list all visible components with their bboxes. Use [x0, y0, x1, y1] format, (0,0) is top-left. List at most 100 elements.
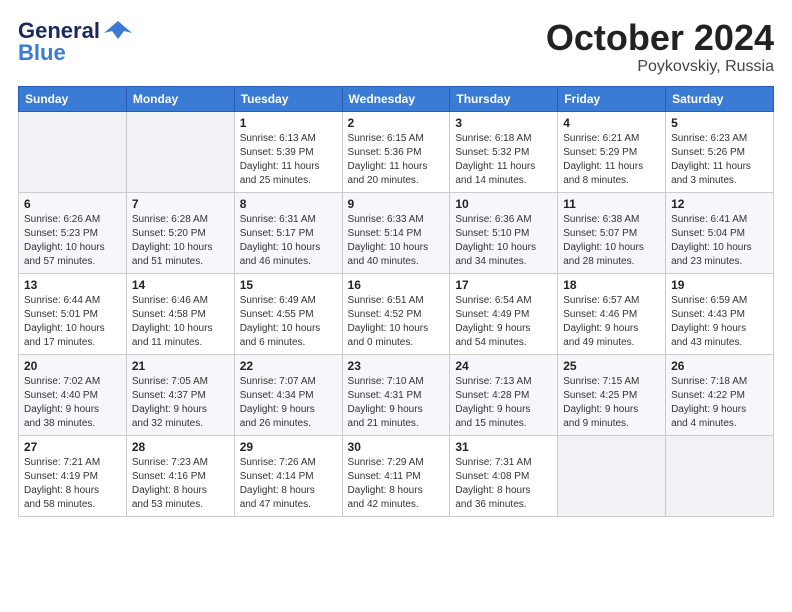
calendar-cell: 25 Sunrise: 7:15 AMSunset: 4:25 PMDayligh… [558, 354, 666, 435]
calendar-week-row: 20 Sunrise: 7:02 AMSunset: 4:40 PMDayligh… [19, 354, 774, 435]
calendar-cell: 13 Sunrise: 6:44 AMSunset: 5:01 PMDayligh… [19, 273, 127, 354]
day-info: Sunrise: 6:44 AMSunset: 5:01 PMDaylight:… [24, 294, 121, 350]
day-info: Sunrise: 7:07 AMSunset: 4:34 PMDaylight:… [240, 375, 337, 431]
calendar-cell: 21Sunrise: 7:05 AMSunset: 4:37 PMDayligh… [126, 354, 234, 435]
month-title: October 2024 [546, 18, 774, 58]
calendar-week-row: 1Sunrise: 6:13 AMSunset: 5:39 PMDaylight… [19, 111, 774, 192]
day-info: Sunrise: 6:18 AMSunset: 5:32 PMDaylight:… [455, 132, 552, 188]
calendar-cell [126, 111, 234, 192]
day-number: 17 [455, 278, 552, 292]
calendar-cell: 9Sunrise: 6:33 AMSunset: 5:14 PMDaylight… [342, 192, 450, 273]
calendar-cell: 1Sunrise: 6:13 AMSunset: 5:39 PMDaylight… [234, 111, 342, 192]
day-number: 28 [132, 440, 229, 454]
weekday-header: Tuesday [234, 86, 342, 111]
day-info: Sunrise: 6:38 AMSunset: 5:07 PMDaylight:… [563, 213, 660, 269]
day-info: Sunrise: 7:23 AMSunset: 4:16 PMDaylight:… [132, 456, 229, 512]
calendar-cell: 15 Sunrise: 6:49 AMSunset: 4:55 PMDayligh… [234, 273, 342, 354]
day-number: 16 [348, 278, 445, 292]
page: General Blue October 2024 Poykovskiy, Ru… [0, 0, 792, 612]
day-number: 31 [455, 440, 552, 454]
calendar-cell: 24 Sunrise: 7:13 AMSunset: 4:28 PMDayligh… [450, 354, 558, 435]
day-info: Sunrise: 7:31 AMSunset: 4:08 PMDaylight:… [455, 456, 552, 512]
day-info: Sunrise: 6:21 AMSunset: 5:29 PMDaylight:… [563, 132, 660, 188]
day-info: Sunrise: 6:36 AMSunset: 5:10 PMDaylight:… [455, 213, 552, 269]
calendar-cell: 5 Sunrise: 6:23 AMSunset: 5:26 PMDaylight… [666, 111, 774, 192]
day-number: 20 [24, 359, 121, 373]
calendar-table: SundayMondayTuesdayWednesdayThursdayFrid… [18, 86, 774, 517]
calendar-cell: 18Sunrise: 6:57 AMSunset: 4:46 PMDayligh… [558, 273, 666, 354]
day-number: 2 [348, 116, 445, 130]
day-info: Sunrise: 6:26 AMSunset: 5:23 PMDaylight:… [24, 213, 121, 269]
header: General Blue October 2024 Poykovskiy, Ru… [18, 18, 774, 76]
calendar-cell: 11 Sunrise: 6:38 AMSunset: 5:07 PMDayligh… [558, 192, 666, 273]
day-info: Sunrise: 6:23 AMSunset: 5:26 PMDaylight:… [671, 132, 768, 188]
day-number: 30 [348, 440, 445, 454]
weekday-header: Sunday [19, 86, 127, 111]
day-number: 15 [240, 278, 337, 292]
day-info: Sunrise: 6:57 AMSunset: 4:46 PMDaylight:… [563, 294, 660, 350]
day-info: Sunrise: 7:15 AMSunset: 4:25 PMDaylight:… [563, 375, 660, 431]
day-info: Sunrise: 6:59 AMSunset: 4:43 PMDaylight:… [671, 294, 768, 350]
calendar-body: 1Sunrise: 6:13 AMSunset: 5:39 PMDaylight… [19, 111, 774, 516]
day-number: 12 [671, 197, 768, 211]
calendar-cell: 12 Sunrise: 6:41 AMSunset: 5:04 PMDayligh… [666, 192, 774, 273]
day-number: 25 [563, 359, 660, 373]
day-number: 27 [24, 440, 121, 454]
calendar-cell: 6 Sunrise: 6:26 AMSunset: 5:23 PMDaylight… [19, 192, 127, 273]
day-number: 14 [132, 278, 229, 292]
calendar-cell: 3 Sunrise: 6:18 AMSunset: 5:32 PMDaylight… [450, 111, 558, 192]
day-number: 8 [240, 197, 337, 211]
day-info: Sunrise: 6:51 AMSunset: 4:52 PMDaylight:… [348, 294, 445, 350]
day-number: 6 [24, 197, 121, 211]
day-info: Sunrise: 6:15 AMSunset: 5:36 PMDaylight:… [348, 132, 445, 188]
calendar-cell: 17Sunrise: 6:54 AMSunset: 4:49 PMDayligh… [450, 273, 558, 354]
day-info: Sunrise: 7:18 AMSunset: 4:22 PMDaylight:… [671, 375, 768, 431]
day-number: 21 [132, 359, 229, 373]
weekday-header: Monday [126, 86, 234, 111]
calendar-cell: 30 Sunrise: 7:29 AMSunset: 4:11 PMDayligh… [342, 435, 450, 516]
calendar-cell [19, 111, 127, 192]
day-number: 7 [132, 197, 229, 211]
calendar-cell: 23 Sunrise: 7:10 AMSunset: 4:31 PMDayligh… [342, 354, 450, 435]
day-info: Sunrise: 7:21 AMSunset: 4:19 PMDaylight:… [24, 456, 121, 512]
calendar-header: SundayMondayTuesdayWednesdayThursdayFrid… [19, 86, 774, 111]
day-info: Sunrise: 6:49 AMSunset: 4:55 PMDaylight:… [240, 294, 337, 350]
calendar-week-row: 27 Sunrise: 7:21 AMSunset: 4:19 PMDayligh… [19, 435, 774, 516]
day-number: 13 [24, 278, 121, 292]
weekday-header: Wednesday [342, 86, 450, 111]
calendar-cell: 27 Sunrise: 7:21 AMSunset: 4:19 PMDayligh… [19, 435, 127, 516]
weekday-header: Friday [558, 86, 666, 111]
calendar-cell: 22 Sunrise: 7:07 AMSunset: 4:34 PMDayligh… [234, 354, 342, 435]
calendar-week-row: 6 Sunrise: 6:26 AMSunset: 5:23 PMDaylight… [19, 192, 774, 273]
logo: General Blue [18, 18, 132, 66]
calendar-cell: 4Sunrise: 6:21 AMSunset: 5:29 PMDaylight… [558, 111, 666, 192]
weekday-header: Thursday [450, 86, 558, 111]
location: Poykovskiy, Russia [546, 58, 774, 76]
calendar-cell [558, 435, 666, 516]
day-number: 3 [455, 116, 552, 130]
day-number: 19 [671, 278, 768, 292]
calendar-cell: 2 Sunrise: 6:15 AMSunset: 5:36 PMDaylight… [342, 111, 450, 192]
day-info: Sunrise: 6:28 AMSunset: 5:20 PMDaylight:… [132, 213, 229, 269]
calendar-cell: 31 Sunrise: 7:31 AMSunset: 4:08 PMDayligh… [450, 435, 558, 516]
calendar-cell: 26Sunrise: 7:18 AMSunset: 4:22 PMDayligh… [666, 354, 774, 435]
day-number: 23 [348, 359, 445, 373]
calendar-cell: 7 Sunrise: 6:28 AMSunset: 5:20 PMDaylight… [126, 192, 234, 273]
day-number: 5 [671, 116, 768, 130]
day-number: 1 [240, 116, 337, 130]
title-block: October 2024 Poykovskiy, Russia [546, 18, 774, 76]
calendar-cell: 20 Sunrise: 7:02 AMSunset: 4:40 PMDayligh… [19, 354, 127, 435]
day-info: Sunrise: 7:02 AMSunset: 4:40 PMDaylight:… [24, 375, 121, 431]
day-info: Sunrise: 6:41 AMSunset: 5:04 PMDaylight:… [671, 213, 768, 269]
day-number: 22 [240, 359, 337, 373]
day-number: 9 [348, 197, 445, 211]
logo-blue: Blue [18, 40, 66, 66]
calendar-cell: 8 Sunrise: 6:31 AMSunset: 5:17 PMDaylight… [234, 192, 342, 273]
day-info: Sunrise: 7:13 AMSunset: 4:28 PMDaylight:… [455, 375, 552, 431]
day-info: Sunrise: 7:29 AMSunset: 4:11 PMDaylight:… [348, 456, 445, 512]
day-info: Sunrise: 6:31 AMSunset: 5:17 PMDaylight:… [240, 213, 337, 269]
day-number: 11 [563, 197, 660, 211]
day-info: Sunrise: 7:10 AMSunset: 4:31 PMDaylight:… [348, 375, 445, 431]
day-number: 24 [455, 359, 552, 373]
day-number: 10 [455, 197, 552, 211]
